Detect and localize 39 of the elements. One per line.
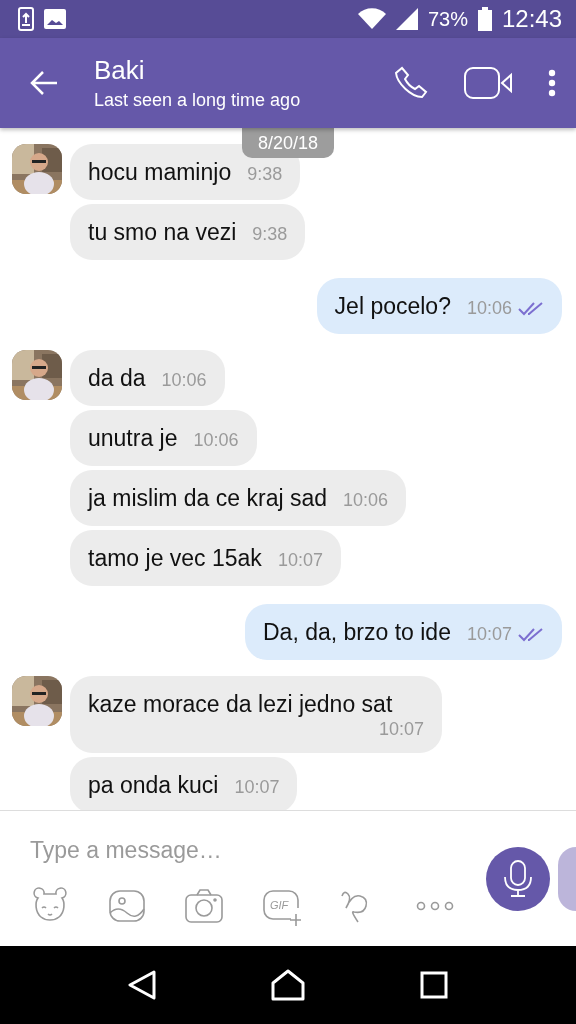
contact-name: Baki: [94, 55, 146, 86]
message-text: tamo je vec 15ak: [88, 544, 262, 573]
message-time: 10:07: [277, 550, 323, 571]
back-icon[interactable]: [127, 970, 156, 1000]
message-text: hocu maminjo: [88, 158, 232, 187]
message-text: Jel pocelo?: [334, 292, 451, 321]
message-time: 10:06: [161, 370, 207, 391]
message-text: da da: [88, 364, 146, 393]
message-text: unutra je: [88, 424, 178, 453]
video-camera-icon[interactable]: [464, 67, 512, 99]
wifi-icon: [357, 8, 386, 30]
date-label: 8/20/18: [242, 128, 334, 158]
battery-icon: [477, 7, 492, 31]
message-time: 9:38: [252, 224, 288, 245]
message-time: 10:07: [234, 777, 280, 798]
phone-icon[interactable]: [394, 66, 428, 100]
phone-upload-icon: [18, 7, 34, 31]
recents-icon[interactable]: [420, 971, 449, 999]
last-seen-status: Last seen a long time ago: [94, 90, 302, 111]
message-time: 9:38: [247, 164, 283, 185]
message-time: 10:07: [466, 624, 512, 645]
microphone-icon: [503, 859, 533, 899]
message-time: 10:06: [466, 298, 512, 319]
message-time: 10:06: [193, 430, 239, 451]
message-text: ja mislim da ce kraj sad: [88, 484, 328, 513]
message-text: tu smo na vezi: [88, 218, 237, 247]
message-text: Da, da, brzo to ide: [263, 618, 451, 647]
more-icon[interactable]: [548, 69, 556, 97]
signal-icon: [395, 8, 418, 30]
message-text: kaze morace da lezi jedno sat: [88, 690, 393, 719]
message-input[interactable]: Type a message…: [30, 837, 410, 864]
message-text: pa onda kuci: [88, 771, 219, 800]
battery-percent: 73%: [427, 7, 468, 31]
image-icon: [44, 9, 66, 29]
message-time: 10:06: [343, 490, 389, 511]
message-time: 10:07: [378, 719, 424, 740]
camera-icon[interactable]: [184, 886, 224, 926]
home-icon[interactable]: [271, 969, 305, 1001]
clock-time: 12:43: [501, 5, 562, 33]
